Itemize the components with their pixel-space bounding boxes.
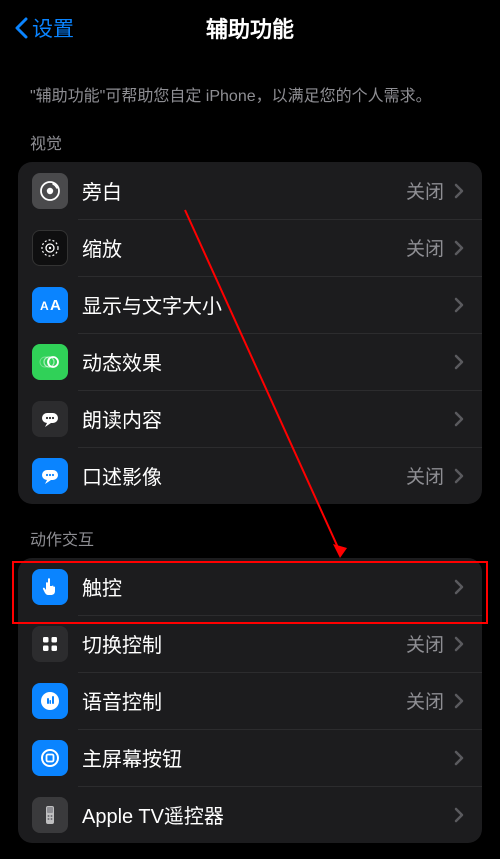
row-spoken-content[interactable]: 朗读内容 (18, 390, 482, 447)
apple-tv-remote-icon (32, 797, 68, 833)
group-motor: 触控 切换控制 关闭 语音控制 关闭 主屏幕按钮 (18, 558, 482, 843)
voiceover-icon (32, 173, 68, 209)
row-label: 动态效果 (82, 347, 450, 376)
chevron-right-icon (450, 296, 468, 314)
row-status: 关闭 (406, 630, 444, 657)
display-text-icon: AA (32, 287, 68, 323)
chevron-right-icon (450, 239, 468, 257)
row-zoom[interactable]: 缩放 关闭 (18, 219, 482, 276)
row-switch-control[interactable]: 切换控制 关闭 (18, 615, 482, 672)
page-title: 辅助功能 (0, 12, 500, 44)
row-voice-control[interactable]: 语音控制 关闭 (18, 672, 482, 729)
group-vision: 旁白 关闭 缩放 关闭 AA 显示与文字大小 动态效果 (18, 162, 482, 504)
section-header-vision: 视觉 (0, 130, 500, 162)
row-apple-tv-remote[interactable]: Apple TV遥控器 (18, 786, 482, 843)
chevron-right-icon (450, 692, 468, 710)
chevron-right-icon (450, 578, 468, 596)
row-status: 关闭 (406, 687, 444, 714)
audio-descriptions-icon (32, 458, 68, 494)
chevron-right-icon (450, 806, 468, 824)
row-label: 切换控制 (82, 629, 406, 658)
chevron-left-icon (12, 14, 30, 42)
row-status: 关闭 (406, 234, 444, 261)
row-touch[interactable]: 触控 (18, 558, 482, 615)
back-button[interactable]: 设置 (12, 13, 74, 43)
intro-text: "辅助功能"可帮助您自定 iPhone，以满足您的个人需求。 (0, 86, 500, 130)
chevron-right-icon (450, 635, 468, 653)
row-display-text-size[interactable]: AA 显示与文字大小 (18, 276, 482, 333)
back-label: 设置 (32, 13, 74, 43)
content: "辅助功能"可帮助您自定 iPhone，以满足您的个人需求。 视觉 旁白 关闭 … (0, 56, 500, 843)
row-label: 口述影像 (82, 461, 406, 490)
svg-text:A: A (40, 299, 49, 313)
voice-control-icon (32, 683, 68, 719)
chevron-right-icon (450, 410, 468, 428)
row-label: 朗读内容 (82, 404, 450, 433)
chevron-right-icon (450, 353, 468, 371)
row-status: 关闭 (406, 177, 444, 204)
row-label: 触控 (82, 572, 450, 601)
section-header-motor: 动作交互 (0, 504, 500, 558)
row-motion[interactable]: 动态效果 (18, 333, 482, 390)
chevron-right-icon (450, 749, 468, 767)
row-voiceover[interactable]: 旁白 关闭 (18, 162, 482, 219)
chevron-right-icon (450, 182, 468, 200)
row-label: 语音控制 (82, 686, 406, 715)
header: 设置 辅助功能 (0, 0, 500, 56)
switch-control-icon (32, 626, 68, 662)
svg-text:A: A (50, 297, 61, 314)
zoom-icon (32, 230, 68, 266)
motion-icon (32, 344, 68, 380)
row-label: 旁白 (82, 176, 406, 205)
chevron-right-icon (450, 467, 468, 485)
spoken-content-icon (32, 401, 68, 437)
row-label: 显示与文字大小 (82, 290, 450, 319)
row-home-button[interactable]: 主屏幕按钮 (18, 729, 482, 786)
row-label: Apple TV遥控器 (82, 800, 450, 829)
touch-icon (32, 569, 68, 605)
row-label: 主屏幕按钮 (82, 743, 450, 772)
home-button-icon (32, 740, 68, 776)
row-status: 关闭 (406, 462, 444, 489)
row-label: 缩放 (82, 233, 406, 262)
row-audio-descriptions[interactable]: 口述影像 关闭 (18, 447, 482, 504)
